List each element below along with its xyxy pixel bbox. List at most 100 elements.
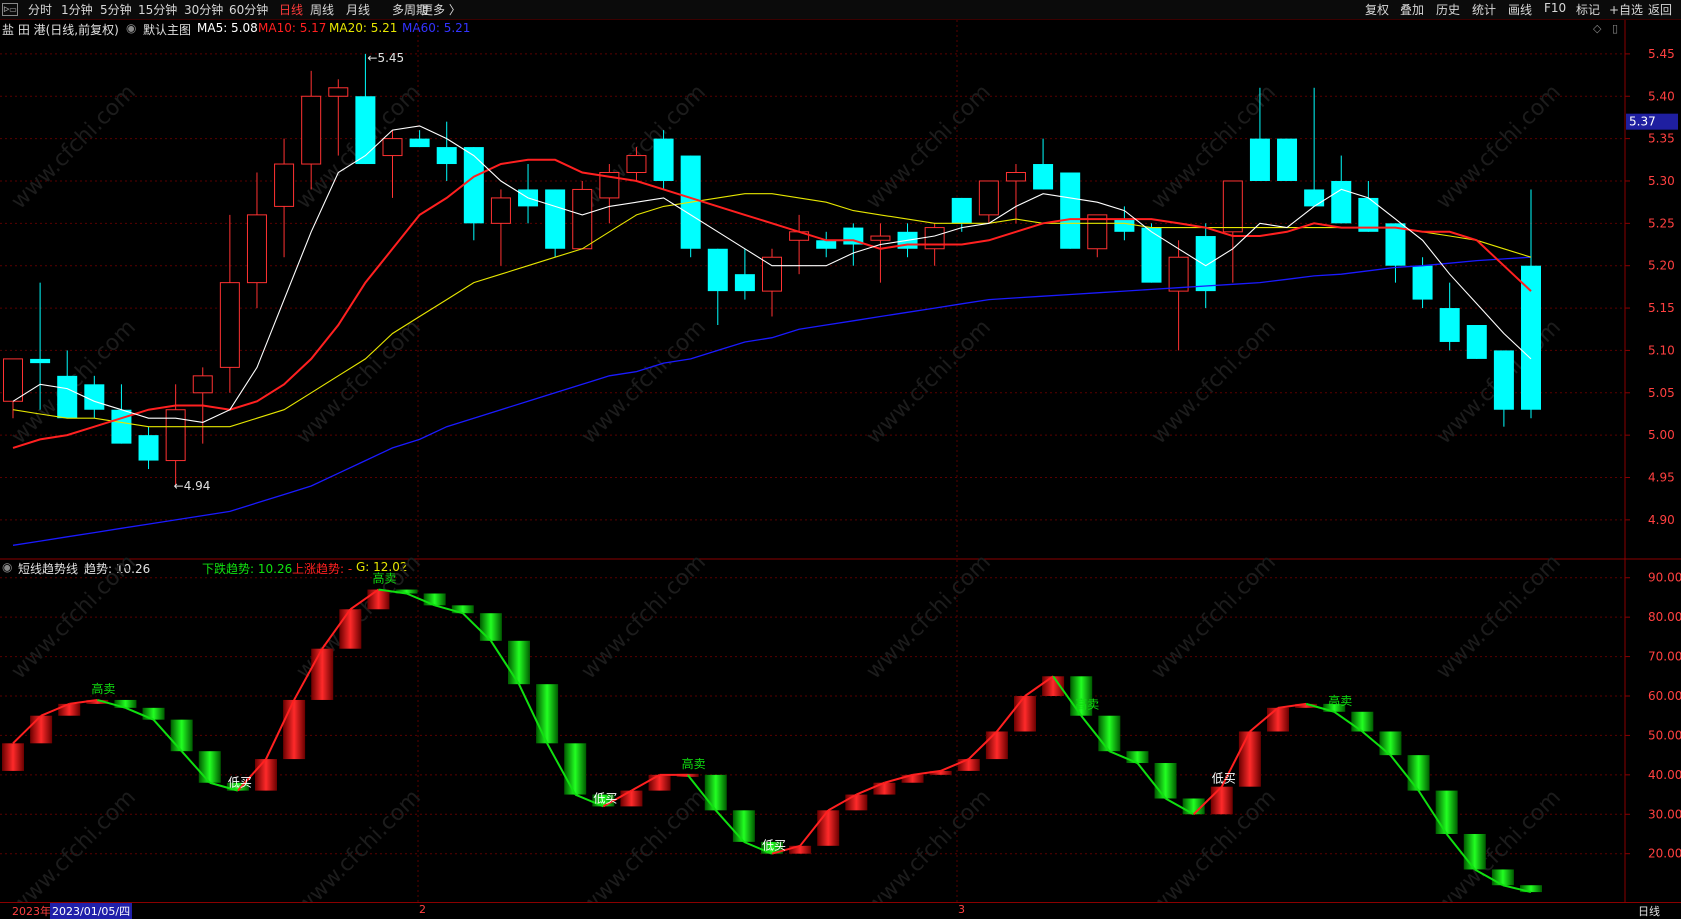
candle-body-down — [1385, 223, 1406, 266]
candle-body-up — [328, 87, 349, 97]
indicator-tick-label: 20.00 — [1648, 847, 1681, 861]
trend-bar-down — [1435, 790, 1458, 834]
candle-body-down — [1493, 350, 1514, 410]
candle-body-down — [138, 435, 159, 461]
candle-body-down — [1331, 180, 1352, 224]
trend-bar-down — [142, 707, 165, 720]
trend-bar-up — [1267, 707, 1289, 732]
candle-body-up — [1168, 256, 1189, 292]
price-tick-label: 5.35 — [1648, 132, 1675, 146]
trend-bar-up — [1210, 786, 1233, 815]
trend-bar-up — [283, 699, 306, 760]
candle-body-up — [165, 409, 186, 462]
watermark-text: www.cfchi.com — [292, 315, 426, 449]
trend-bar-down — [564, 743, 587, 795]
candle-body-down — [1249, 138, 1270, 181]
trend-bar-down — [1407, 755, 1430, 791]
trend-bar-down — [1154, 763, 1177, 799]
candle-body-down — [1277, 138, 1298, 181]
price-tick-label: 5.05 — [1648, 386, 1675, 400]
trend-bar-up — [648, 774, 671, 791]
candle-body-down — [111, 409, 132, 444]
candle-body-up — [219, 282, 240, 368]
price-tick-label: 5.00 — [1648, 428, 1675, 442]
month-3-label: 3 — [958, 903, 965, 916]
indicator-tick-label: 50.00 — [1648, 728, 1681, 742]
trend-bar-down — [1351, 711, 1374, 732]
price-tick-label: 4.95 — [1648, 471, 1675, 485]
candle-body-down — [463, 147, 484, 224]
stock-chart[interactable]: 5.45 5.40 5.35 5.30 5.25 5.20 5.15 5.10 5.05 5.00… — [0, 0, 1681, 917]
trend-bar-up — [255, 759, 277, 791]
sell-signal-label: 高卖 — [372, 571, 396, 586]
watermark-text: www.cfchi.com — [1432, 80, 1566, 214]
candle-body-up — [1222, 180, 1243, 233]
trend-bar-up — [30, 715, 53, 744]
month-2-label: 2 — [419, 903, 426, 916]
candle-body-down — [84, 384, 105, 410]
buy-signal-label: 低买 — [228, 776, 252, 790]
trend-bar-up — [957, 759, 980, 771]
candle-body-down — [409, 138, 430, 148]
price-tick-label: 5.30 — [1648, 174, 1675, 188]
candle-body-up — [626, 155, 647, 174]
candle-body-down — [816, 240, 837, 249]
trend-bar-up — [1014, 696, 1036, 732]
watermark-text: www.cfchi.com — [577, 315, 711, 449]
trend-bar-up — [311, 648, 334, 700]
indicator-tick-label: 30.00 — [1648, 807, 1681, 821]
candle-body-up — [924, 227, 945, 250]
candle-body-down — [707, 248, 728, 292]
buy-signal-label: 低买 — [1212, 772, 1236, 786]
price-tick-label: 4.90 — [1648, 513, 1675, 527]
watermark-text: www.cfchi.com — [1147, 315, 1281, 449]
candle-body-up — [762, 256, 782, 292]
candle-body-up — [490, 197, 511, 224]
watermark-text: www.cfchi.com — [862, 785, 996, 917]
candle-body-down — [30, 358, 51, 364]
trend-bar-down — [1463, 833, 1486, 870]
candle-body-up — [1005, 172, 1026, 182]
current-price-tag: 5.37 — [1629, 115, 1656, 129]
candle-body-down — [57, 375, 78, 419]
candle-body-up — [246, 214, 267, 284]
trend-bar-up — [2, 743, 24, 771]
trend-bar-down — [732, 810, 755, 842]
watermark-text: www.cfchi.com — [7, 80, 141, 214]
candle-body-down — [951, 197, 972, 224]
trend-bar-up — [1238, 731, 1261, 787]
buy-signal-label: 低买 — [593, 791, 617, 805]
trend-bar-up — [620, 790, 643, 807]
trend-bar-down — [1379, 731, 1402, 756]
sell-signal-label: 高卖 — [682, 756, 706, 771]
candle-body-up — [382, 138, 403, 157]
watermark-text: www.cfchi.com — [292, 785, 426, 917]
candle-body-down — [1195, 236, 1216, 292]
watermark-text: www.cfchi.com — [862, 80, 996, 214]
date-axis-bar: 2023年 2023/01/05/四 2 3 日线 — [0, 902, 1681, 919]
trend-bar-down — [479, 613, 502, 641]
trend-bar-down — [198, 751, 221, 783]
trend-bar-up — [873, 782, 896, 795]
price-tick-label: 5.25 — [1648, 216, 1675, 230]
price-tick-label: 5.10 — [1648, 343, 1675, 357]
low-price-marker: ←4.94 — [174, 479, 211, 493]
price-tick-label: 5.20 — [1648, 259, 1675, 273]
trend-bar-up — [339, 609, 362, 649]
candle-body-down — [1114, 219, 1135, 232]
candle-body-up — [978, 180, 999, 216]
candle-body-down — [436, 147, 457, 165]
price-tick-label: 5.15 — [1648, 301, 1675, 315]
candle-body-down — [1521, 265, 1541, 410]
indicator-tick-label: 70.00 — [1648, 650, 1681, 664]
candle-body-down — [355, 96, 376, 165]
trend-bar-down — [423, 593, 446, 606]
indicator-tick-label: 90.00 — [1648, 571, 1681, 585]
trend-bar-down — [508, 640, 530, 685]
buy-signal-label: 低买 — [762, 839, 786, 853]
candle-body-down — [545, 189, 566, 249]
candle-body-up — [301, 95, 322, 165]
high-price-marker: ←5.45 — [367, 51, 404, 65]
trend-bar-down — [1098, 715, 1121, 752]
trend-bar-up — [367, 589, 390, 610]
